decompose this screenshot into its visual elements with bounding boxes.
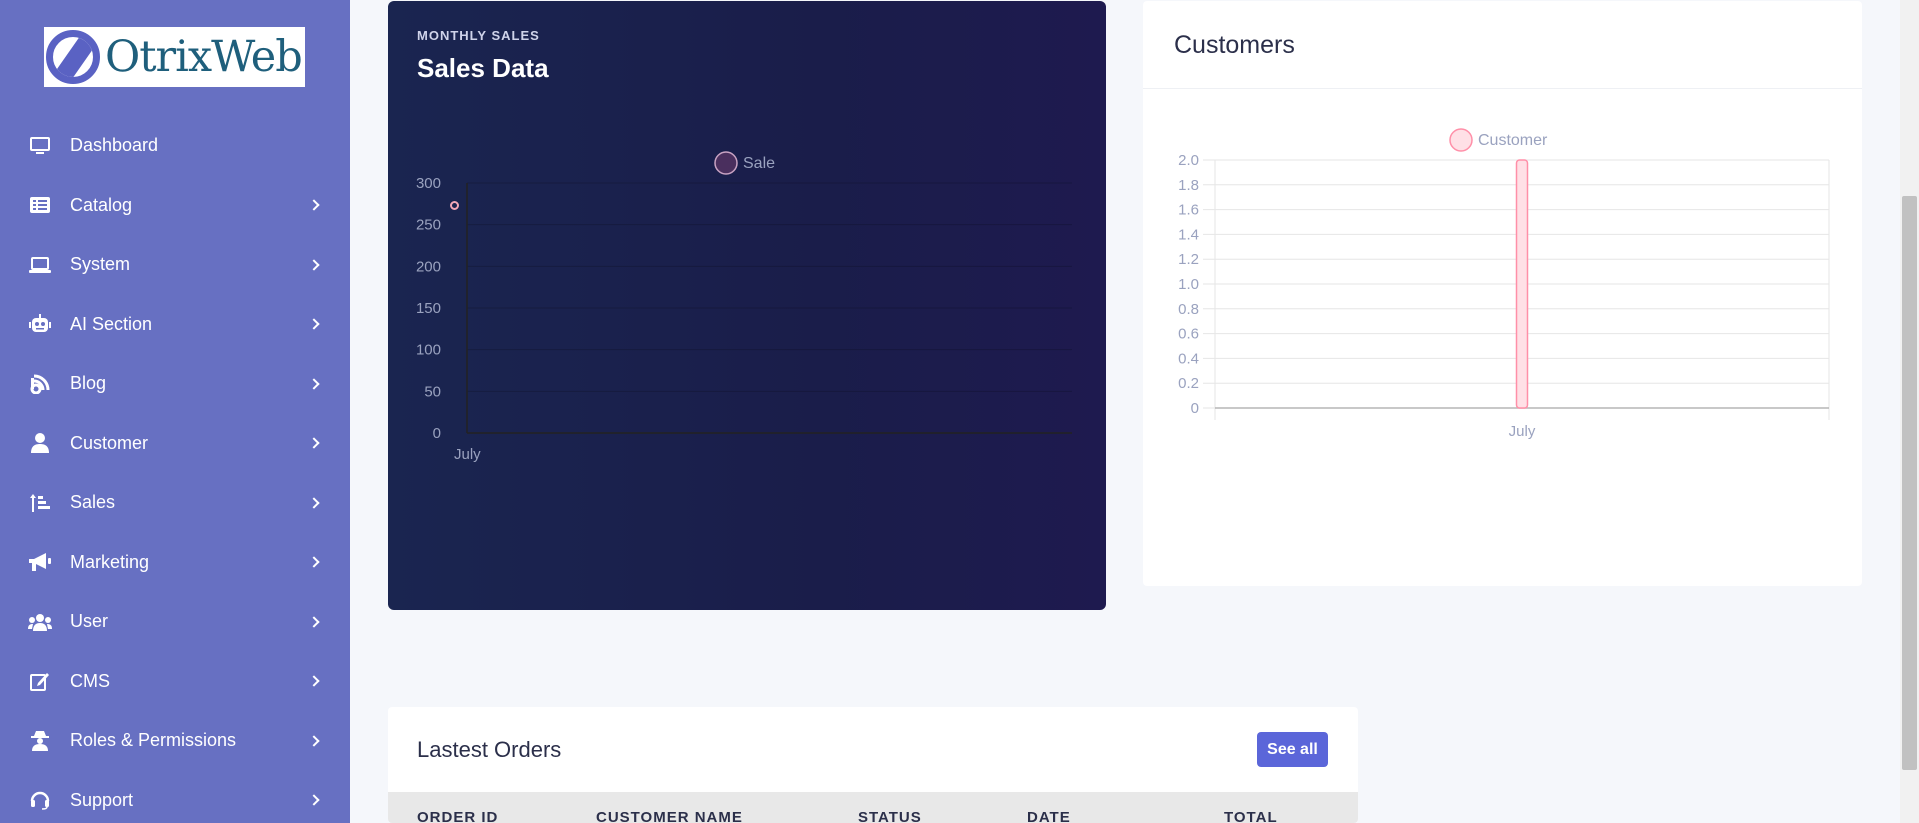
chevron-right-icon xyxy=(308,616,320,628)
sidebar: OtrixWeb Dashboard Catalog System AI Sec… xyxy=(0,0,350,823)
chevron-right-icon xyxy=(308,259,320,271)
monitor-icon xyxy=(28,134,52,158)
customers-bar-chart: 0 0.2 0.4 0.6 0.8 1.0 1.2 1.4 1.6 1.8 2.0 July Custo… xyxy=(1178,128,1830,440)
y-tick-label: 1.0 xyxy=(1178,276,1199,293)
column-header-total[interactable]: TOTAL xyxy=(1224,809,1278,823)
sidebar-item-support[interactable]: Support xyxy=(0,771,350,823)
chevron-right-icon xyxy=(308,794,320,806)
sidebar-item-ai-section[interactable]: AI Section xyxy=(0,295,350,355)
sidebar-item-catalog[interactable]: Catalog xyxy=(0,176,350,236)
y-tick-label: 250 xyxy=(416,217,441,234)
chevron-right-icon xyxy=(308,675,320,687)
sidebar-item-dashboard[interactable]: Dashboard xyxy=(0,116,350,176)
see-all-button[interactable]: See all xyxy=(1257,732,1328,767)
chevron-right-icon xyxy=(308,437,320,449)
sidebar-nav: Dashboard Catalog System AI Section Blog… xyxy=(0,116,350,823)
sidebar-item-user[interactable]: User xyxy=(0,592,350,652)
users-icon xyxy=(28,610,52,634)
sidebar-item-label: User xyxy=(70,611,109,632)
y-tick-label: 0 xyxy=(433,425,441,442)
sidebar-item-label: Catalog xyxy=(70,194,133,215)
sales-line-chart: 0 50 100 150 200 250 300 July Sale xyxy=(416,151,1072,463)
sidebar-item-sales[interactable]: Sales xyxy=(0,473,350,533)
sidebar-item-label: AI Section xyxy=(70,313,153,334)
latest-orders-card: Lastest Orders See all ORDER ID CUSTOMER… xyxy=(388,707,1358,823)
y-tick-label: 1.4 xyxy=(1178,226,1199,243)
sidebar-item-label: System xyxy=(70,254,131,275)
robot-icon xyxy=(28,312,52,336)
column-header-customer-name[interactable]: CUSTOMER NAME xyxy=(596,809,743,823)
sidebar-item-label: Sales xyxy=(70,492,116,513)
user-icon xyxy=(28,431,52,455)
sidebar-item-roles-permissions[interactable]: Roles & Permissions xyxy=(0,711,350,771)
sidebar-item-label: Marketing xyxy=(70,551,150,572)
sidebar-item-label: Support xyxy=(70,789,134,810)
y-tick-label: 0.2 xyxy=(1178,375,1199,392)
sidebar-item-marketing[interactable]: Marketing xyxy=(0,533,350,593)
y-tick-label: 0.6 xyxy=(1178,326,1199,343)
sidebar-item-customer[interactable]: Customer xyxy=(0,414,350,474)
bar xyxy=(1515,159,1529,409)
sort-list-icon xyxy=(28,491,52,515)
y-tick-label: 50 xyxy=(424,383,441,400)
user-secret-icon xyxy=(28,729,52,753)
chevron-right-icon xyxy=(308,735,320,747)
edit-icon xyxy=(28,669,52,693)
sidebar-item-blog[interactable]: Blog xyxy=(0,354,350,414)
chevron-right-icon xyxy=(308,199,320,211)
chevron-right-icon xyxy=(308,497,320,509)
logo-mark-icon xyxy=(46,30,100,84)
chevron-right-icon xyxy=(308,318,320,330)
y-tick-label: 150 xyxy=(416,300,441,317)
chevron-right-icon xyxy=(308,378,320,390)
y-tick-label: 0 xyxy=(1191,400,1199,417)
sidebar-item-label: Roles & Permissions xyxy=(70,730,237,751)
legend-marker xyxy=(1449,128,1473,152)
sidebar-item-label: Blog xyxy=(70,373,107,394)
column-header-status[interactable]: STATUS xyxy=(858,809,922,823)
legend-label: Customer xyxy=(1478,132,1548,149)
brand-logo[interactable]: OtrixWeb xyxy=(44,27,305,87)
x-tick-label: July xyxy=(1509,423,1536,440)
column-header-date[interactable]: DATE xyxy=(1027,809,1071,823)
logo-text: OtrixWeb xyxy=(105,32,303,82)
laptop-icon xyxy=(28,253,52,277)
scrollbar-thumb[interactable] xyxy=(1902,196,1917,770)
customers-card: Customers 0 0.2 0.4 0.6 0.8 1.0 1.2 1.4 1.6 1.8 2.… xyxy=(1143,1,1862,586)
chevron-right-icon xyxy=(308,556,320,568)
latest-orders-title: Lastest Orders xyxy=(417,737,562,762)
legend-label: Sale xyxy=(743,155,775,172)
y-tick-label: 0.8 xyxy=(1178,301,1199,318)
sidebar-item-label: Customer xyxy=(70,432,149,453)
sidebar-item-cms[interactable]: CMS xyxy=(0,652,350,712)
list-icon xyxy=(28,193,52,217)
headset-icon xyxy=(28,788,52,812)
y-tick-label: 300 xyxy=(416,175,441,192)
sidebar-item-label: CMS xyxy=(70,670,110,691)
legend-marker xyxy=(714,151,738,175)
y-tick-label: 100 xyxy=(416,342,441,359)
x-tick-label: July xyxy=(454,446,481,463)
y-tick-label: 1.2 xyxy=(1178,251,1199,268)
megaphone-icon xyxy=(28,550,52,574)
orders-table-header: ORDER ID CUSTOMER NAME STATUS DATE TOTAL xyxy=(388,792,1358,823)
blog-icon xyxy=(28,372,52,396)
y-tick-label: 0.4 xyxy=(1178,350,1199,367)
sidebar-item-label: Dashboard xyxy=(70,135,159,156)
column-header-order-id[interactable]: ORDER ID xyxy=(417,809,498,823)
sidebar-item-system[interactable]: System xyxy=(0,235,350,295)
y-tick-label: 1.6 xyxy=(1178,202,1199,219)
page-scrollbar[interactable] xyxy=(1900,0,1919,823)
sales-data-card: MONTHLY SALES Sales Data 0 50 100 150 200 250… xyxy=(388,1,1106,610)
data-point xyxy=(450,201,459,210)
y-tick-label: 200 xyxy=(416,258,441,275)
y-tick-label: 2.0 xyxy=(1178,152,1199,169)
y-tick-label: 1.8 xyxy=(1178,177,1199,194)
